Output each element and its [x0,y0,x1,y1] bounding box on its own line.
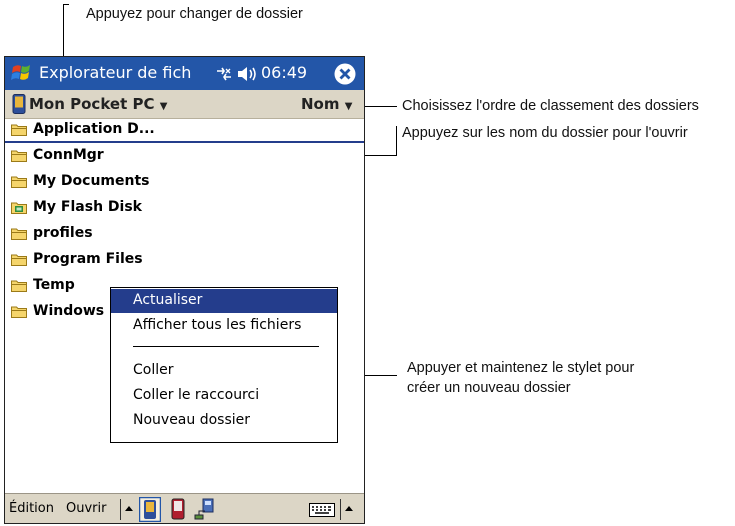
file-name: profiles [33,225,93,241]
input-selector-arrow-icon[interactable] [343,502,355,516]
menu-item-paste-shortcut[interactable]: Coller le raccourci [111,384,337,408]
file-name: Windows [33,303,105,319]
chevron-down-icon: ▼ [344,101,353,112]
folder-icon [11,228,27,240]
storage-card-icon [11,202,27,214]
callout-open-folder: Appuyez sur les nom du dossier pour l'ou… [402,125,688,141]
callout-tick-folder-switch [63,4,69,5]
sort-label: Nom [301,95,340,113]
location-bar: Mon Pocket PC ▼ Nom ▼ [5,90,364,119]
file-name: Program Files [33,251,143,267]
edit-menu-button[interactable]: Édition [9,501,54,516]
file-name: ConnMgr [33,147,104,163]
speaker-icon[interactable] [237,65,259,83]
menu-item-refresh[interactable]: Actualiser [111,289,337,313]
chevron-down-icon: ▼ [159,101,168,112]
menu-item-paste[interactable]: Coller [111,359,337,383]
pocket-pc-icon [12,94,26,114]
title-bar: Explorateur de fich 06:49 [5,57,364,90]
open-menu-button[interactable]: Ouvrir [66,501,106,516]
bottom-menu-bar: Édition Ouvrir [5,493,364,523]
pocket-pc-icon[interactable] [139,497,161,522]
sort-dropdown[interactable]: Nom ▼ [301,95,352,113]
folder-dropdown[interactable]: Mon Pocket PC ▼ [29,95,167,113]
callout-sort-order: Choisissez l'ordre de classement des dos… [402,98,699,114]
menu-item-show-all-files[interactable]: Afficher tous les fichiers [111,314,337,338]
storage-card-icon[interactable] [171,498,185,520]
menu-item-label: Afficher tous les fichiers [133,317,302,333]
network-share-icon[interactable] [193,498,215,520]
menu-item-label: Nouveau dossier [133,412,251,428]
menu-item-label: Actualiser [133,292,203,308]
folder-icon [11,124,27,136]
file-name: My Flash Disk [33,199,142,215]
menu-item-label: Coller le raccourci [133,387,260,403]
connectivity-icon[interactable] [215,65,233,83]
window-title: Explorateur de fich [39,63,192,82]
folder-icon [11,254,27,266]
folder-icon [11,306,27,318]
callout-folder-switch: Appuyez pour changer de dossier [86,6,303,22]
menu-item-label: Coller [133,362,174,378]
selected-row-underline [5,141,364,143]
clock[interactable]: 06:49 [261,63,307,82]
menu-divider [133,346,319,347]
folder-icon [11,280,27,292]
current-folder: Mon Pocket PC [29,95,155,113]
context-menu: Actualiser Afficher tous les fichiers Co… [110,287,338,443]
folder-icon [11,150,27,162]
callout-new-folder-2: créer un nouveau dossier [407,380,571,396]
scroll-up-button[interactable] [120,499,121,520]
close-icon[interactable] [333,62,357,86]
callout-new-folder-1: Appuyer et maintenez le stylet pour [407,360,635,376]
windows-flag-icon[interactable] [11,62,35,84]
menu-item-new-folder[interactable]: Nouveau dossier [111,409,337,433]
file-name: My Documents [33,173,150,189]
input-divider [340,499,341,520]
callout-vline-open-folder [396,126,397,156]
keyboard-icon[interactable] [309,503,335,517]
file-name: Application D... [33,121,155,137]
folder-icon [11,176,27,188]
file-name: Temp [33,277,75,293]
pocket-pc-screen: Explorateur de fich 06:49 Mon Pocket PC … [4,56,365,524]
arrow-up-icon[interactable] [123,502,135,516]
